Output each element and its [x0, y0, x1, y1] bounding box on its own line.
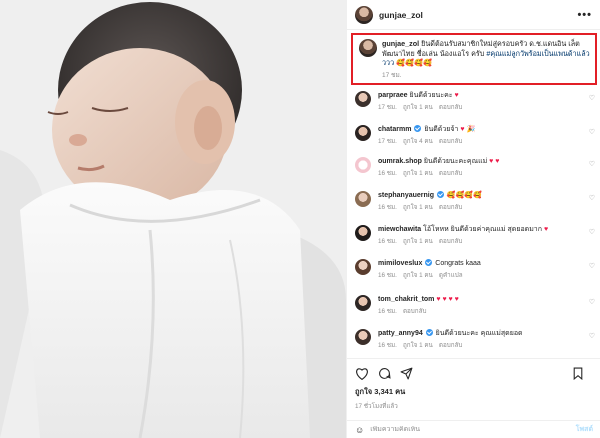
- avatar[interactable]: [359, 39, 377, 57]
- comment-item: stephanyauernig 🥰🥰🥰🥰 16 ชม. ถูกใจ 1 คน ตอบ…: [355, 191, 595, 212]
- comment-emoji: ♥ ♥ ♥ ♥: [436, 296, 459, 303]
- comment-item: patty_anny94 ยินดีด้วยนะคะ คุณแม่สุดยอด …: [355, 329, 595, 350]
- caption-username[interactable]: gunjae_zol: [382, 39, 419, 48]
- heart-icon[interactable]: [355, 367, 369, 380]
- avatar[interactable]: [355, 225, 371, 241]
- comment-text: โอ้โหหห ยินดีด้วยค่าคุณแม่ สุดยอดมาก: [423, 226, 542, 233]
- like-comment-icon[interactable]: ♡: [589, 228, 595, 236]
- comment-item: parpraee ยินดีด้วยนะคะ ♥ 17 ชม. ถูกใจ 1 ค…: [355, 91, 595, 112]
- comment-username[interactable]: mimiloveslux: [378, 260, 422, 267]
- reply-button[interactable]: ตอบกลับ: [439, 138, 463, 145]
- comment-time: 16 ชม.: [378, 308, 397, 315]
- comment-username[interactable]: stephanyauernig: [378, 192, 434, 199]
- post-button[interactable]: โพสต์: [576, 424, 593, 435]
- comment-likes[interactable]: ถูกใจ 1 คน: [403, 238, 433, 245]
- action-bar: ถูกใจ 3,341 คน 17 ชั่วโมงที่แล้ว: [347, 358, 600, 420]
- post-detail-panel: gunjae_zol ••• gunjae_zol ยินดีต้อนรับสม…: [346, 0, 600, 438]
- comment-username[interactable]: miewchawita: [378, 226, 421, 233]
- newborn-photo: [0, 0, 346, 438]
- avatar[interactable]: [355, 91, 371, 107]
- avatar[interactable]: [355, 191, 371, 207]
- emoji-icon[interactable]: ☺: [355, 425, 364, 435]
- avatar[interactable]: [355, 5, 373, 24]
- comment-username[interactable]: chatarmm: [378, 126, 411, 133]
- verified-badge-icon: [414, 125, 422, 132]
- comment-time: 16 ชม.: [378, 272, 397, 279]
- comment-item: mimiloveslux Congrats kaaa 16 ชม. ถูกใจ 1…: [355, 259, 595, 280]
- comment-icon[interactable]: [378, 367, 391, 380]
- comment-item: oumrak.shop ยินดีด้วยนะคะคุณแม่ ♥ ♥ 16 ช…: [355, 157, 595, 178]
- comments-list[interactable]: gunjae_zol ยินดีต้อนรับสมาชิกใหม่สู่ครอบ…: [347, 31, 600, 357]
- comment-likes[interactable]: ถูกใจ 4 คน: [403, 138, 433, 145]
- comment-emoji: ♥ ♥: [489, 158, 500, 165]
- reply-button[interactable]: ตอบกลับ: [439, 238, 463, 245]
- comment-likes[interactable]: ถูกใจ 1 คน: [403, 104, 433, 111]
- like-comment-icon[interactable]: ♡: [589, 332, 595, 340]
- like-comment-icon[interactable]: ♡: [589, 94, 595, 102]
- comment-emoji: ♥ 🎉: [460, 126, 476, 133]
- verified-badge-icon: [436, 191, 444, 198]
- comment-input[interactable]: [370, 426, 576, 433]
- comment-emoji: ♥: [454, 92, 459, 99]
- avatar[interactable]: [355, 329, 371, 345]
- caption-time: 17 ชม.: [382, 71, 402, 79]
- comment-time: 17 ชม.: [378, 104, 397, 111]
- like-comment-icon[interactable]: ♡: [589, 298, 595, 306]
- comment-emoji: 🥰🥰🥰🥰: [446, 192, 482, 199]
- comment-text: ยินดีด้วยนะคะคุณแม่: [423, 158, 488, 165]
- reply-button[interactable]: ตอบกลับ: [403, 308, 427, 315]
- comment-username[interactable]: tom_chakrit_tom: [378, 296, 434, 303]
- post-header: gunjae_zol •••: [347, 0, 600, 30]
- comment-username[interactable]: patty_anny94: [378, 330, 423, 337]
- like-comment-icon[interactable]: ♡: [589, 128, 595, 136]
- reply-button[interactable]: ตอบกลับ: [439, 342, 463, 349]
- caption-text: gunjae_zol ยินดีต้อนรับสมาชิกใหม่สู่ครอบ…: [382, 39, 591, 68]
- verified-badge-icon: [425, 259, 433, 266]
- comment-likes[interactable]: ถูกใจ 1 คน: [403, 204, 433, 211]
- reply-button[interactable]: ตอบกลับ: [439, 204, 463, 211]
- like-comment-icon[interactable]: ♡: [589, 160, 595, 168]
- like-comment-icon[interactable]: ♡: [589, 194, 595, 202]
- avatar[interactable]: [355, 295, 371, 311]
- comment-text: ยินดีด้วยจ้า: [424, 126, 459, 133]
- comment-likes[interactable]: ถูกใจ 1 คน: [403, 272, 433, 279]
- comment-likes[interactable]: ถูกใจ 1 คน: [403, 170, 433, 177]
- likes-count[interactable]: ถูกใจ 3,341 คน: [355, 386, 593, 398]
- comment-text: ยินดีด้วยนะคะ: [409, 92, 453, 99]
- comment-username[interactable]: parpraee: [378, 92, 408, 99]
- bookmark-icon[interactable]: [572, 367, 584, 380]
- post-username[interactable]: gunjae_zol: [379, 10, 577, 20]
- avatar[interactable]: [355, 125, 371, 141]
- comment-item: miewchawita โอ้โหหห ยินดีด้วยค่าคุณแม่ ส…: [355, 225, 595, 246]
- share-icon[interactable]: [400, 367, 413, 380]
- comment-time: 16 ชม.: [378, 204, 397, 211]
- post-timestamp: 17 ชั่วโมงที่แล้ว: [355, 403, 398, 410]
- comment-time: 17 ชม.: [378, 138, 397, 145]
- comment-item: chatarmm ยินดีด้วยจ้า ♥ 🎉 17 ชม. ถูกใจ 4 …: [355, 125, 595, 146]
- comment-time: 16 ชม.: [378, 170, 397, 177]
- comment-username[interactable]: oumrak.shop: [378, 158, 422, 165]
- translate-button[interactable]: ดูคำแปล: [439, 272, 463, 279]
- comment-text: ยินดีด้วยนะคะ คุณแม่สุดยอด: [435, 330, 523, 337]
- comment-emoji: ♥: [543, 226, 549, 233]
- comment-time: 16 ชม.: [378, 238, 397, 245]
- reply-button[interactable]: ตอบกลับ: [439, 170, 463, 177]
- avatar[interactable]: [355, 157, 371, 173]
- more-options-icon[interactable]: •••: [577, 9, 592, 21]
- verified-badge-icon: [425, 329, 433, 336]
- avatar[interactable]: [355, 259, 371, 275]
- reply-button[interactable]: ตอบกลับ: [439, 104, 463, 111]
- like-comment-icon[interactable]: ♡: [589, 262, 595, 270]
- comment-item: tom_chakrit_tom ♥ ♥ ♥ ♥ 16 ชม. ตอบกลับ ♡: [355, 295, 595, 316]
- comment-text: Congrats kaaa: [435, 260, 481, 267]
- caption-highlight: gunjae_zol ยินดีต้อนรับสมาชิกใหม่สู่ครอบ…: [351, 33, 597, 85]
- post-photo[interactable]: [0, 0, 346, 438]
- comment-likes[interactable]: ถูกใจ 1 คน: [403, 342, 433, 349]
- add-comment-bar: ☺ โพสต์: [347, 420, 600, 438]
- comment-time: 16 ชม.: [378, 342, 397, 349]
- caption-emojis: 🥰🥰🥰🥰: [396, 58, 432, 67]
